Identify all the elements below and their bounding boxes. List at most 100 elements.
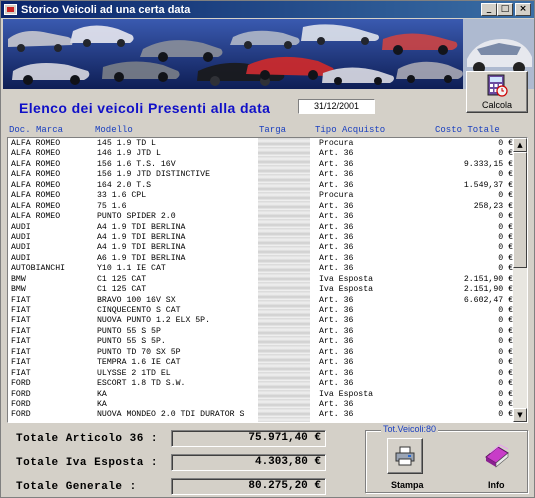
cell-modello: NUOVA PUNTO 1.2 ELX 5P. bbox=[97, 316, 211, 326]
tot-veicoli-label: Tot.Veicoli:80 bbox=[381, 424, 439, 434]
cell-tipo: Art. 36 bbox=[319, 368, 354, 378]
column-header-modello[interactable]: Modello bbox=[95, 125, 133, 135]
cell-modello: 33 1.6 CPL bbox=[97, 191, 147, 201]
cell-marca: ALFA ROMEO bbox=[11, 180, 61, 190]
cell-modello: 146 1.9 JTD L bbox=[97, 149, 161, 159]
cell-marca: AUDI bbox=[11, 232, 31, 242]
cell-costo: 0 € bbox=[498, 170, 513, 180]
cell-marca: FORD bbox=[11, 410, 31, 420]
cell-marca: FORD bbox=[11, 379, 31, 389]
cell-tipo: Procura bbox=[319, 139, 354, 148]
calcola-label: Calcola bbox=[481, 100, 512, 110]
cell-modello: TEMPRA 1.6 IE CAT bbox=[97, 358, 181, 368]
cell-modello: 164 2.0 T.S bbox=[97, 180, 152, 190]
cell-modello: ESCORT 1.8 TD S.W. bbox=[97, 379, 186, 389]
vertical-scrollbar[interactable]: ▲ ▼ bbox=[513, 138, 527, 422]
cell-modello: NUOVA MONDEO 2.0 TDI DURATOR S bbox=[97, 410, 245, 420]
maximize-button[interactable]: □ bbox=[497, 3, 513, 16]
cell-costo: 0 € bbox=[498, 399, 513, 409]
cell-modello: 145 1.9 TD L bbox=[97, 139, 156, 148]
cell-tipo: Art. 36 bbox=[319, 295, 354, 305]
cell-costo: 0 € bbox=[498, 222, 513, 232]
cell-tipo: Art. 36 bbox=[319, 149, 354, 159]
cell-marca: FORD bbox=[11, 399, 31, 409]
main-window: Storico Veicoli ad una certa data _ □ × bbox=[0, 0, 535, 498]
cell-modello: 156 1.9 JTD DISTINCTIVE bbox=[97, 170, 211, 180]
cell-marca: BMW bbox=[11, 285, 26, 295]
close-button[interactable]: × bbox=[515, 3, 531, 16]
cell-marca: AUTOBIANCHI bbox=[11, 264, 66, 274]
totale-generale-label: Totale Generale : bbox=[16, 481, 137, 493]
cell-costo: 1.549,37 € bbox=[463, 180, 513, 190]
stampa-button[interactable] bbox=[387, 438, 423, 474]
cell-modello: KA bbox=[97, 399, 107, 409]
cell-costo: 0 € bbox=[498, 191, 513, 201]
totale-iva-value: 4.303,80 € bbox=[171, 454, 326, 471]
cell-modello: PUNTO 55 S 5P bbox=[97, 326, 161, 336]
cell-modello: 75 1.6 bbox=[97, 201, 127, 211]
cell-costo: 0 € bbox=[498, 368, 513, 378]
cell-modello: A4 1.9 TDI BERLINA bbox=[97, 243, 186, 253]
cell-costo: 0 € bbox=[498, 253, 513, 263]
cars-banner-illustration bbox=[3, 19, 463, 89]
stampa-label: Stampa bbox=[391, 480, 424, 490]
cell-costo: 0 € bbox=[498, 243, 513, 253]
cell-costo: 258,23 € bbox=[473, 201, 513, 211]
cell-modello: KA bbox=[97, 389, 107, 399]
window-controls: _ □ × bbox=[481, 3, 531, 16]
cell-tipo: Art. 36 bbox=[319, 253, 354, 263]
cell-tipo: Art. 36 bbox=[319, 159, 354, 169]
cell-tipo: Procura bbox=[319, 191, 354, 201]
cell-marca: ALFA ROMEO bbox=[11, 170, 61, 180]
vehicles-table[interactable]: ALFA ROMEO 145 1.9 TD L Procura 0 € ALFA ROM… bbox=[7, 137, 528, 423]
cell-costo: 0 € bbox=[498, 410, 513, 420]
totale-iva-label: Totale Iva Esposta : bbox=[16, 457, 159, 469]
cell-costo: 2.151,90 € bbox=[463, 285, 513, 295]
cell-modello: CINQUECENTO S CAT bbox=[97, 306, 181, 315]
cell-tipo: Art. 36 bbox=[319, 410, 354, 420]
cell-modello: ULYSSE 2 1TD EL bbox=[97, 368, 171, 378]
info-button[interactable] bbox=[479, 438, 515, 474]
cell-costo: 0 € bbox=[498, 212, 513, 222]
cell-marca: FIAT bbox=[11, 295, 31, 305]
column-headers: Doc. Marca Modello Targa Tipo Acquisto C… bbox=[7, 125, 522, 137]
cell-tipo: Art. 36 bbox=[319, 212, 354, 222]
scroll-down-icon[interactable]: ▼ bbox=[513, 408, 527, 422]
cell-marca: ALFA ROMEO bbox=[11, 191, 61, 201]
cell-costo: 0 € bbox=[498, 347, 513, 357]
cell-marca: AUDI bbox=[11, 243, 31, 253]
title-bar[interactable]: Storico Veicoli ad una certa data _ □ × bbox=[1, 1, 534, 18]
info-books-icon bbox=[485, 444, 509, 468]
info-label: Info bbox=[488, 480, 505, 490]
cell-modello: PUNTO TD 70 SX 5P bbox=[97, 347, 181, 357]
column-header-tipo[interactable]: Tipo Acquisto bbox=[315, 125, 385, 135]
cell-tipo: Art. 36 bbox=[319, 264, 354, 274]
cell-modello: A4 1.9 TDI BERLINA bbox=[97, 222, 186, 232]
cell-modello: 156 1.6 T.S. 16V bbox=[97, 159, 176, 169]
app-icon bbox=[4, 4, 17, 15]
cell-tipo: Art. 36 bbox=[319, 316, 354, 326]
cell-tipo: Art. 36 bbox=[319, 180, 354, 190]
minimize-button[interactable]: _ bbox=[481, 3, 497, 16]
cell-costo: 9.333,15 € bbox=[463, 159, 513, 169]
cell-marca: FIAT bbox=[11, 316, 31, 326]
date-field[interactable]: 31/12/2001 bbox=[298, 99, 375, 114]
column-header-marca[interactable]: Doc. Marca bbox=[9, 125, 63, 135]
cell-costo: 0 € bbox=[498, 264, 513, 274]
printer-icon bbox=[395, 446, 415, 466]
cell-tipo: Art. 36 bbox=[319, 201, 354, 211]
scroll-thumb[interactable] bbox=[513, 152, 527, 268]
totale-art36-value: 75.971,40 € bbox=[171, 430, 326, 447]
calcola-button[interactable]: Calcola bbox=[466, 71, 528, 113]
cell-tipo: Iva Esposta bbox=[319, 285, 374, 295]
column-header-costo[interactable]: Costo Totale bbox=[435, 125, 500, 135]
cell-costo: 0 € bbox=[498, 139, 513, 148]
column-header-targa[interactable]: Targa bbox=[259, 125, 286, 135]
cell-marca: FIAT bbox=[11, 326, 31, 336]
cell-marca: ALFA ROMEO bbox=[11, 139, 61, 148]
cell-marca: AUDI bbox=[11, 222, 31, 232]
scroll-up-icon[interactable]: ▲ bbox=[513, 138, 527, 152]
cell-tipo: Art. 36 bbox=[319, 232, 354, 242]
cell-marca: FIAT bbox=[11, 368, 31, 378]
cell-marca: FIAT bbox=[11, 358, 31, 368]
